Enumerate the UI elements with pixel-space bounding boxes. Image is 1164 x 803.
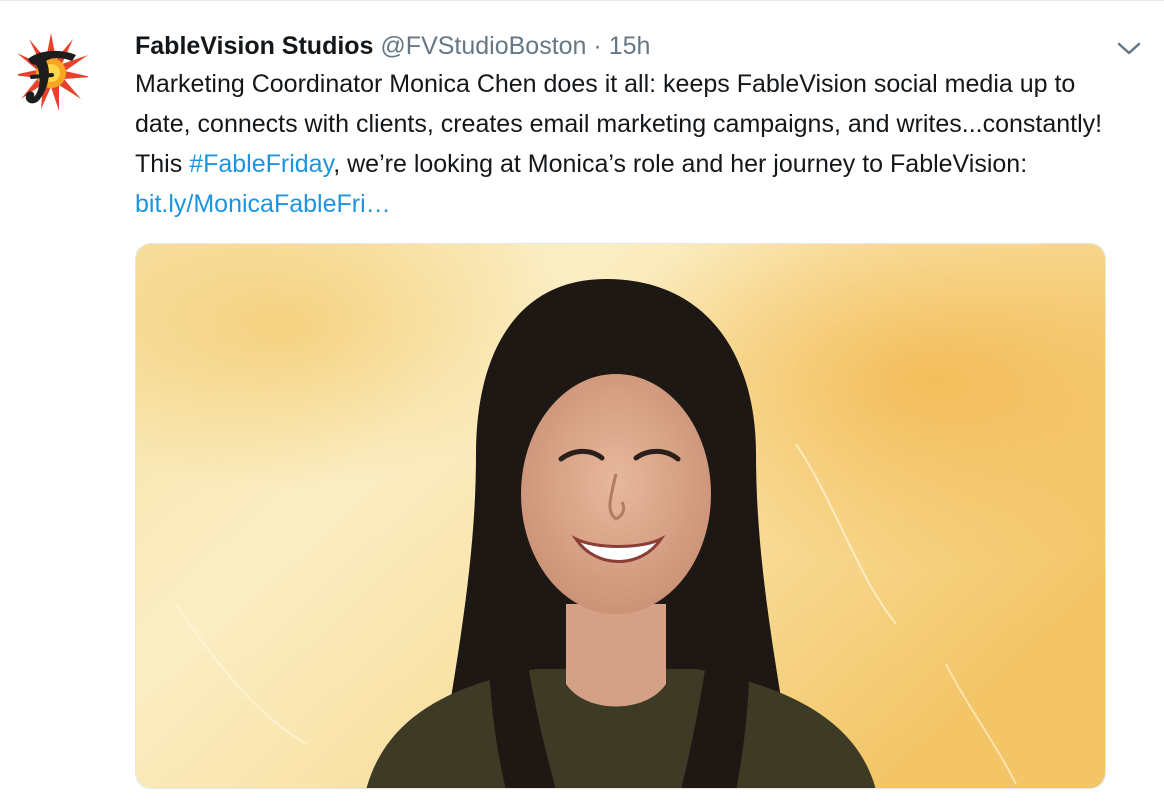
tweet-text: Marketing Coordinator Monica Chen does i…	[135, 64, 1135, 224]
starburst-logo-icon	[13, 33, 91, 111]
display-name[interactable]: FableVision Studios	[135, 32, 373, 60]
tweet[interactable]: FableVision Studios @FVStudioBoston · 15…	[0, 0, 1164, 803]
portrait-photo-image	[136, 244, 1105, 788]
chevron-down-icon[interactable]	[1116, 41, 1142, 57]
hashtag-link[interactable]: #FableFriday	[189, 150, 333, 178]
url-link[interactable]: bit.ly/MonicaFableFri…	[135, 190, 391, 218]
tweet-photo[interactable]	[135, 243, 1106, 789]
tweet-text-part2: , we’re looking at Monica’s role and her…	[333, 150, 1028, 178]
separator-dot: ·	[593, 32, 602, 60]
timestamp[interactable]: 15h	[609, 32, 651, 60]
fablevision-logo-avatar[interactable]	[13, 31, 91, 121]
tweet-header: FableVision Studios @FVStudioBoston · 15…	[135, 31, 650, 61]
user-handle[interactable]: @FVStudioBoston	[380, 32, 586, 60]
